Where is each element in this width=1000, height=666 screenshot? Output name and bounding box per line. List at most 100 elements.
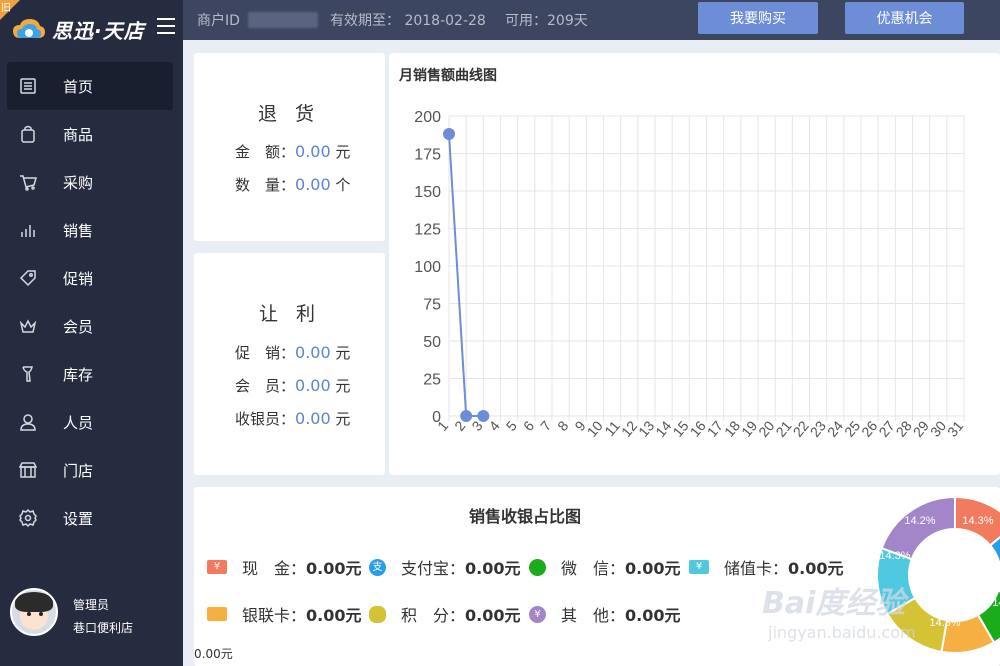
payment-label: 微 信： bbox=[561, 559, 626, 578]
returns-card: 退货 金 额：0.00 元 数 量：0.00 个 bbox=[194, 53, 385, 241]
discount-promo-value: 0.00 bbox=[295, 343, 331, 362]
stored-card-icon: ¥ bbox=[689, 560, 709, 574]
sidebar-item-settings[interactable]: 设置 bbox=[0, 494, 183, 542]
unionpay-card-icon bbox=[207, 607, 227, 621]
sidebar-item-inventory[interactable]: 库存 bbox=[0, 350, 183, 398]
donut-slice-label: 14.3% bbox=[962, 515, 993, 527]
discount-cashier-value: 0.00 bbox=[295, 409, 331, 428]
payment-item: 支支付宝： 0.00元 bbox=[369, 555, 521, 579]
discount-promo: 促 销：0.00 元 bbox=[235, 342, 350, 363]
donut-slice-label: 14.2% bbox=[904, 515, 935, 527]
y-tick-label: 175 bbox=[414, 147, 441, 164]
discount-cashier-label: 收银员： bbox=[235, 410, 296, 428]
sidebar-item-label: 人员 bbox=[63, 413, 94, 432]
discount-cashier-unit: 元 bbox=[335, 410, 351, 428]
returns-qty-label: 数 量： bbox=[235, 176, 296, 194]
sidebar-item-products[interactable]: 商品 bbox=[0, 110, 183, 158]
top-bar: 商户ID 有效期至： 2018-02-28 可用：209天 我要购买 优惠机会 bbox=[183, 0, 1000, 40]
wechat-icon bbox=[529, 558, 546, 576]
sidebar-item-label: 商品 bbox=[63, 125, 94, 144]
returns-amount: 金 额：0.00 元 bbox=[235, 141, 350, 162]
sidebar-item-stores[interactable]: 门店 bbox=[0, 446, 183, 494]
alipay-icon: 支 bbox=[369, 558, 386, 576]
monthly-sales-line-chart: 02550751001251501752001 2 3 4 5 6 7 8 9101112131… bbox=[414, 109, 966, 440]
payment-value: 0.00元 bbox=[788, 559, 844, 578]
discount-member-value: 0.00 bbox=[295, 376, 331, 395]
crown-icon bbox=[18, 316, 38, 336]
payment-value: 0.00元 bbox=[306, 559, 362, 578]
sidebar-nav: 首页 商品 采购 销售 促销 会员 库存 人员 门店 设置 bbox=[0, 62, 183, 542]
payment-label: 积 分： bbox=[401, 606, 466, 625]
payment-item: 微 信： 0.00元 bbox=[529, 555, 681, 579]
sidebar-item-label: 采购 bbox=[63, 173, 94, 192]
sidebar-item-label: 促销 bbox=[63, 269, 94, 288]
menu-toggle-icon[interactable] bbox=[157, 18, 175, 34]
y-tick-label: 50 bbox=[423, 334, 441, 351]
user-store: 巷口便利店 bbox=[73, 621, 134, 635]
sidebar-item-label: 门店 bbox=[63, 461, 94, 480]
payment-label: 其 他： bbox=[561, 606, 626, 625]
old-version-tag: 旧 bbox=[1, 3, 11, 14]
returns-amount-value: 0.00 bbox=[295, 142, 331, 161]
gear-icon bbox=[18, 508, 38, 528]
merchant-id-masked bbox=[248, 12, 318, 28]
payment-item: ¥ 储值卡： 0.00元 bbox=[689, 555, 844, 579]
sidebar-item-promotion[interactable]: 促销 bbox=[0, 254, 183, 302]
pie-title: 销售收银占比图 bbox=[469, 507, 582, 526]
valid-until: 有效期至： 2018-02-28 bbox=[330, 13, 486, 29]
sidebar-item-members[interactable]: 会员 bbox=[0, 302, 183, 350]
monthly-sales-chart-card: 月销售额曲线图 0 25 50 75 100 125 150 175 200 1 2 3 4 5 6 7 8 9 1… bbox=[389, 53, 1000, 475]
sidebar-item-label: 会员 bbox=[63, 317, 94, 336]
offer-button[interactable]: 优惠机会 bbox=[845, 2, 964, 34]
discount-member-label: 会 员： bbox=[235, 377, 296, 395]
discount-card: 让利 促 销：0.00 元 会 员：0.00 元 收银员：0.00 元 bbox=[194, 253, 385, 475]
user-profile[interactable]: 管理员 巷口便利店 bbox=[10, 585, 180, 645]
buy-button[interactable]: 我要购买 bbox=[698, 2, 818, 34]
sidebar-item-purchase[interactable]: 采购 bbox=[0, 158, 183, 206]
discount-promo-label: 促 销： bbox=[235, 344, 296, 362]
y-tick-label: 125 bbox=[414, 222, 441, 239]
payment-value: 0.00元 bbox=[306, 606, 362, 625]
discount-member: 会 员：0.00 元 bbox=[235, 375, 350, 396]
merchant-id-label: 商户ID bbox=[197, 13, 240, 29]
brand-name: 思迅·天店 bbox=[52, 19, 145, 43]
home-doc-icon bbox=[18, 76, 38, 96]
donut-slice-label: 14.3% bbox=[879, 550, 910, 562]
y-tick-label: 150 bbox=[414, 184, 441, 201]
points-icon bbox=[369, 605, 386, 623]
sidebar-item-staff[interactable]: 人员 bbox=[0, 398, 183, 446]
returns-qty-value: 0.00 bbox=[295, 175, 331, 194]
bottom-value: 0.00元 bbox=[194, 647, 233, 661]
payment-value: 0.00元 bbox=[465, 606, 521, 625]
payment-label: 储值卡： bbox=[724, 559, 789, 578]
bar-chart-icon bbox=[18, 220, 38, 240]
discount-cashier: 收银员：0.00 元 bbox=[235, 408, 350, 429]
payment-item: ¥ 其 他： 0.00元 bbox=[529, 602, 681, 626]
tag-icon bbox=[18, 268, 38, 288]
payment-value: 0.00元 bbox=[625, 606, 681, 625]
cash-icon: ¥ bbox=[207, 560, 227, 574]
data-point bbox=[460, 410, 473, 422]
days-available: 可用：209天 bbox=[505, 13, 588, 29]
payment-label: 支付宝： bbox=[401, 559, 466, 578]
watermark: Bai度经验 bbox=[762, 586, 906, 621]
sidebar-item-home[interactable]: 首页 bbox=[7, 62, 173, 110]
payment-item: ¥ 现 金： 0.00元 bbox=[207, 555, 362, 579]
payment-label: 银联卡： bbox=[242, 606, 307, 625]
payment-value: 0.00元 bbox=[465, 559, 521, 578]
y-tick-label: 25 bbox=[423, 372, 441, 389]
user-role: 管理员 bbox=[73, 598, 110, 612]
returns-qty-unit: 个 bbox=[335, 176, 351, 194]
store-icon bbox=[18, 460, 38, 480]
bag-icon bbox=[18, 124, 38, 144]
data-point bbox=[477, 410, 490, 422]
sidebar-item-label: 库存 bbox=[63, 365, 94, 384]
payment-label: 现 金： bbox=[242, 559, 307, 578]
discount-member-unit: 元 bbox=[335, 377, 351, 395]
returns-title: 退货 bbox=[258, 103, 333, 125]
sidebar-item-label: 首页 bbox=[63, 77, 94, 96]
avatar bbox=[10, 588, 58, 636]
x-tick-label: 31 bbox=[944, 417, 966, 439]
donut-slice-label: 14.3% bbox=[929, 617, 960, 629]
sidebar-item-sales[interactable]: 销售 bbox=[0, 206, 183, 254]
